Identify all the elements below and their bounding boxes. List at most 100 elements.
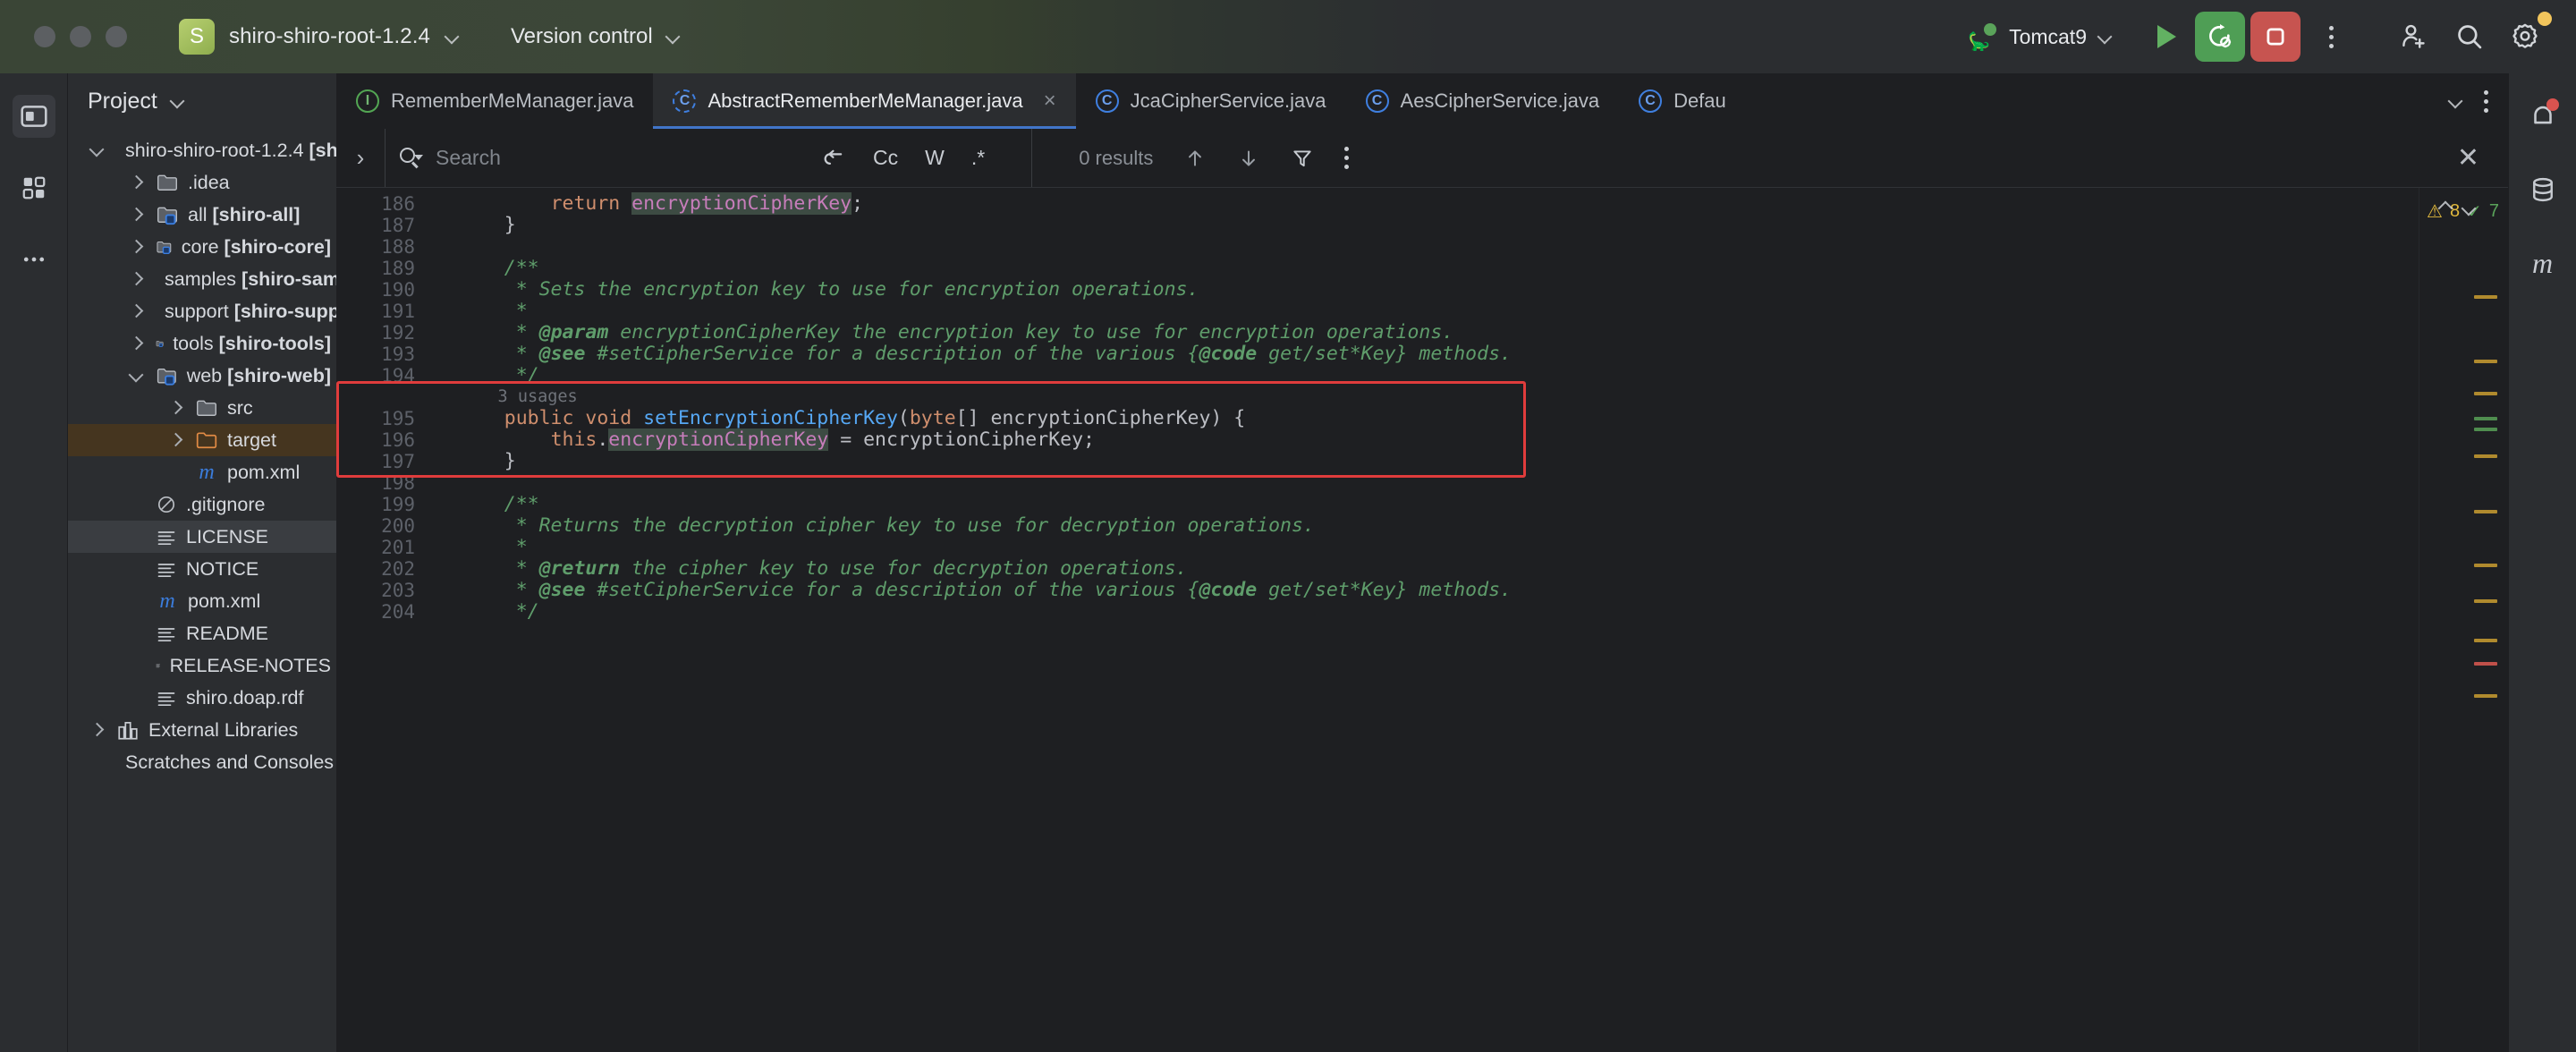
inspection-marker[interactable] bbox=[2474, 454, 2497, 458]
code-line[interactable]: return encryptionCipherKey; bbox=[458, 192, 2419, 215]
minimize-window-button[interactable] bbox=[70, 26, 91, 47]
match-case-toggle[interactable]: Cc bbox=[873, 146, 898, 170]
chevron-down-icon[interactable] bbox=[2462, 200, 2478, 216]
code-line[interactable]: this.encryptionCipherKey = encryptionCip… bbox=[458, 428, 2419, 451]
code-line[interactable]: * @return the cipher key to use for decr… bbox=[458, 558, 2419, 580]
expand-arrow-icon[interactable] bbox=[127, 173, 147, 192]
more-options-icon[interactable] bbox=[2484, 89, 2488, 113]
rerun-debug-button[interactable] bbox=[2195, 12, 2245, 62]
editor-tab-abstractremembermemanager-java[interactable]: C AbstractRememberMeManager.java × bbox=[653, 73, 1076, 129]
tree-item-idea[interactable]: .idea bbox=[68, 166, 336, 199]
regex-toggle[interactable]: .* bbox=[971, 146, 985, 170]
tree-item-shiro-shiro-root-1-2-4[interactable]: shiro-shiro-root-1.2.4 [shiro-root] ~/Pr… bbox=[68, 134, 336, 166]
tree-item-license[interactable]: LICENSE bbox=[68, 521, 336, 553]
filter-button[interactable] bbox=[1291, 147, 1314, 170]
tree-item-support[interactable]: support [shiro-support] bbox=[68, 295, 336, 327]
tree-item-src[interactable]: src bbox=[68, 392, 336, 424]
chevron-down-icon[interactable] bbox=[170, 93, 186, 109]
chevron-down-icon[interactable] bbox=[2448, 93, 2464, 109]
code-line[interactable]: * @see #setCipherService for a descripti… bbox=[458, 344, 2419, 365]
search-input[interactable]: Search bbox=[385, 129, 778, 187]
previous-match-button[interactable] bbox=[1183, 147, 1207, 170]
inspection-marker[interactable] bbox=[2474, 639, 2497, 642]
expand-arrow-icon[interactable] bbox=[127, 334, 147, 353]
sidebar-item-more-tool-windows[interactable] bbox=[13, 238, 55, 281]
code-line[interactable]: /** bbox=[458, 494, 2419, 515]
sidebar-item-structure[interactable] bbox=[13, 166, 55, 209]
code-viewport[interactable]: 186 187 188 189 190 191 192 193 194 195 196 197 198… bbox=[336, 188, 2508, 1052]
chevron-down-icon[interactable] bbox=[2097, 29, 2114, 45]
expand-arrow-icon[interactable] bbox=[127, 366, 147, 386]
tree-item-pom-xml[interactable]: m pom.xml bbox=[68, 456, 336, 488]
inspection-marker[interactable] bbox=[2474, 360, 2497, 363]
sidebar-item-project[interactable] bbox=[12, 95, 55, 138]
code-line[interactable] bbox=[458, 236, 2419, 258]
code-line[interactable]: /** bbox=[458, 258, 2419, 279]
tree-item-tools[interactable]: tools [shiro-tools] bbox=[68, 327, 336, 360]
usages-hint[interactable]: 3 usages bbox=[458, 386, 2419, 408]
sidebar-item-notifications[interactable] bbox=[2521, 95, 2564, 138]
tree-item-all[interactable]: all [shiro-all] bbox=[68, 199, 336, 231]
chevron-down-icon[interactable] bbox=[445, 29, 461, 45]
code-line[interactable]: * @param encryptionCipherKey the encrypt… bbox=[458, 322, 2419, 344]
tree-item-core[interactable]: core [shiro-core] bbox=[68, 231, 336, 263]
find-expand-button[interactable]: › bbox=[336, 144, 385, 172]
code-line[interactable]: } bbox=[458, 451, 2419, 472]
code-line[interactable]: * Returns the decryption cipher key to u… bbox=[458, 515, 2419, 537]
code-line[interactable]: * bbox=[458, 301, 2419, 322]
inspection-marker[interactable] bbox=[2474, 599, 2497, 603]
expand-arrow-icon[interactable] bbox=[166, 430, 186, 450]
code-line[interactable]: */ bbox=[458, 365, 2419, 386]
tree-item-release-notes[interactable]: RELEASE-NOTES bbox=[68, 649, 336, 682]
project-selector[interactable]: S shiro-shiro-root-1.2.4 bbox=[179, 19, 461, 55]
more-options-button[interactable] bbox=[2306, 12, 2356, 62]
editor-tab-bar[interactable]: I RememberMeManager.java C AbstractRemember… bbox=[336, 73, 2508, 129]
inspection-marker[interactable] bbox=[2474, 295, 2497, 299]
add-user-button[interactable] bbox=[2389, 12, 2439, 62]
inspection-marker[interactable] bbox=[2474, 694, 2497, 698]
editor-tab-defau[interactable]: C Defau bbox=[1619, 73, 1746, 129]
code-line[interactable] bbox=[458, 472, 2419, 494]
code-line[interactable]: public void setEncryptionCipherKey(byte[… bbox=[458, 408, 2419, 429]
inspection-marker[interactable] bbox=[2474, 662, 2497, 666]
expand-arrow-icon[interactable] bbox=[127, 269, 147, 289]
expand-arrow-icon[interactable] bbox=[127, 205, 147, 225]
window-traffic-lights[interactable] bbox=[34, 26, 127, 47]
chevron-up-icon[interactable] bbox=[2436, 200, 2453, 216]
tree-item-pom-xml[interactable]: m pom.xml bbox=[68, 585, 336, 617]
tree-item-external-libraries[interactable]: External Libraries bbox=[68, 714, 336, 746]
tree-item-samples[interactable]: samples [shiro-samples] bbox=[68, 263, 336, 295]
next-match-button[interactable] bbox=[1237, 147, 1260, 170]
settings-button[interactable] bbox=[2500, 12, 2552, 62]
run-button[interactable] bbox=[2140, 12, 2190, 62]
close-tab-button[interactable]: × bbox=[1044, 89, 1056, 114]
editor-tab-remembermemanager-java[interactable]: I RememberMeManager.java bbox=[336, 73, 653, 129]
editor-tab-jcacipherservice-java[interactable]: C JcaCipherService.java bbox=[1076, 73, 1346, 129]
close-window-button[interactable] bbox=[34, 26, 55, 47]
code-line[interactable]: * @see #setCipherService for a descripti… bbox=[458, 580, 2419, 601]
tree-item-target[interactable]: target bbox=[68, 424, 336, 456]
project-tree[interactable]: shiro-shiro-root-1.2.4 [shiro-root] ~/Pr… bbox=[68, 129, 336, 1052]
reset-icon[interactable] bbox=[821, 146, 846, 171]
inspection-marker[interactable] bbox=[2474, 428, 2497, 431]
inspection-strip[interactable]: ⚠ 8 ✓ 7 bbox=[2419, 188, 2508, 1052]
code-line[interactable]: } bbox=[458, 215, 2419, 236]
editor-tab-aescipherservice-java[interactable]: C AesCipherService.java bbox=[1346, 73, 1620, 129]
code-line[interactable]: * Sets the encryption key to use for enc… bbox=[458, 279, 2419, 301]
inspection-marker[interactable] bbox=[2474, 417, 2497, 420]
inspection-marker[interactable] bbox=[2474, 510, 2497, 513]
code-line[interactable]: */ bbox=[458, 601, 2419, 623]
expand-arrow-icon[interactable] bbox=[127, 237, 147, 257]
tree-item-readme[interactable]: README bbox=[68, 617, 336, 649]
tree-item-scratches-and-consoles[interactable]: Scratches and Consoles bbox=[68, 746, 336, 778]
run-configuration-selector[interactable]: 🦕 Tomcat9 bbox=[1968, 23, 2114, 52]
tree-item-web[interactable]: web [shiro-web] bbox=[68, 360, 336, 392]
whole-words-toggle[interactable]: W bbox=[925, 146, 945, 170]
close-find-button[interactable]: ✕ bbox=[2457, 142, 2508, 174]
chevron-down-icon[interactable] bbox=[665, 29, 682, 45]
stop-button[interactable] bbox=[2250, 12, 2301, 62]
tree-item-notice[interactable]: NOTICE bbox=[68, 553, 336, 585]
find-more-options-button[interactable] bbox=[1344, 147, 1350, 169]
sidebar-item-database[interactable] bbox=[2521, 168, 2564, 211]
expand-arrow-icon[interactable] bbox=[88, 720, 107, 740]
